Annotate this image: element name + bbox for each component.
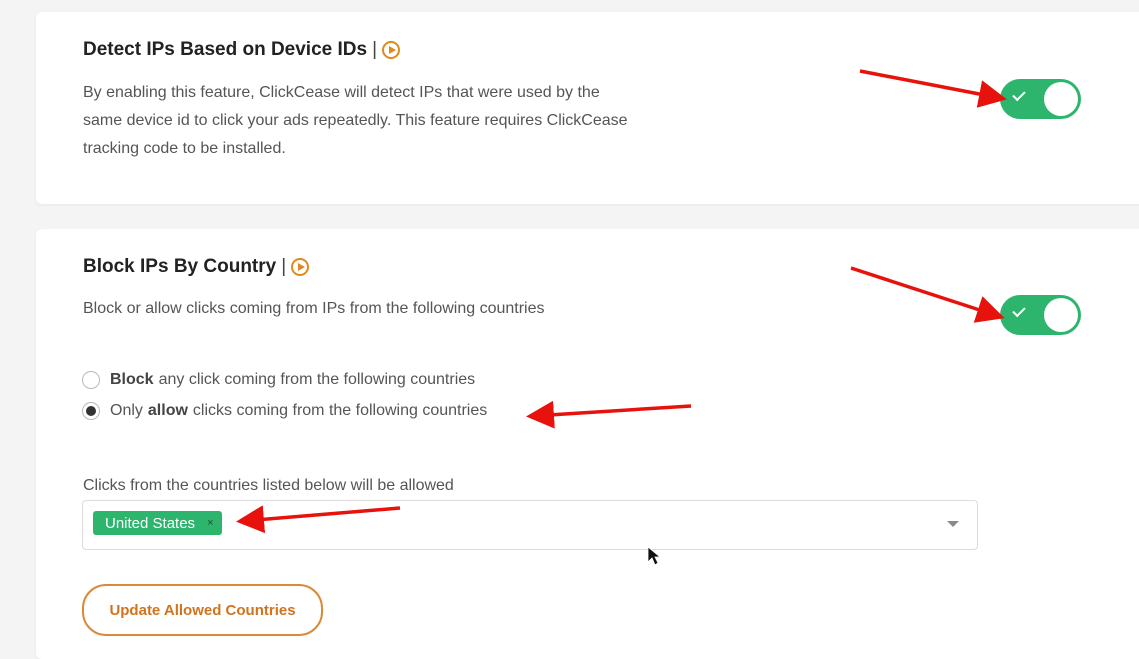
title-separator: |: [372, 39, 378, 60]
device-id-description: By enabling this feature, ClickCease wil…: [83, 84, 628, 157]
device-id-title: Detect IPs Based on Device IDs |: [83, 39, 401, 61]
check-icon: [1012, 303, 1026, 318]
block-country-description: Block or allow clicks coming from IPs fr…: [83, 300, 545, 317]
countries-field-label: Clicks from the countries listed below w…: [83, 477, 454, 494]
radio-block-label: any click coming from the following coun…: [158, 371, 476, 388]
toggle-knob: [1044, 82, 1078, 116]
radio-button-allow[interactable]: [82, 402, 100, 420]
radio-allow-prefix: Only: [110, 402, 143, 419]
country-select[interactable]: United States ×: [82, 500, 978, 550]
block-country-toggle[interactable]: [1000, 295, 1081, 335]
radio-allow-bold: allow: [147, 402, 188, 419]
check-icon: [1012, 87, 1026, 102]
toggle-knob: [1044, 298, 1078, 332]
update-allowed-countries-button[interactable]: Update Allowed Countries: [82, 584, 323, 636]
block-country-card: Block IPs By Country | Block or allow cl…: [36, 229, 1139, 659]
radio-allow-label: clicks coming from the following countri…: [192, 402, 488, 419]
close-icon[interactable]: ×: [207, 517, 213, 529]
country-tag: United States ×: [93, 511, 222, 535]
device-id-card: Detect IPs Based on Device IDs | By enab…: [36, 12, 1139, 204]
radio-allow-countries[interactable]: Only allow clicks coming from the follow…: [82, 402, 487, 420]
block-country-title-text: Block IPs By Country: [83, 256, 277, 277]
country-tag-label: United States: [105, 514, 196, 532]
play-circle-icon[interactable]: [291, 258, 310, 276]
radio-block-countries[interactable]: Block any click coming from the followin…: [82, 371, 475, 389]
play-circle-icon[interactable]: [382, 41, 401, 59]
device-id-toggle[interactable]: [1000, 79, 1081, 119]
block-country-title: Block IPs By Country |: [83, 256, 310, 278]
radio-button-block[interactable]: [82, 371, 100, 389]
radio-block-bold: Block: [110, 371, 154, 388]
device-id-title-text: Detect IPs Based on Device IDs: [83, 39, 368, 60]
title-separator: |: [281, 256, 287, 277]
chevron-down-icon[interactable]: [947, 521, 959, 527]
